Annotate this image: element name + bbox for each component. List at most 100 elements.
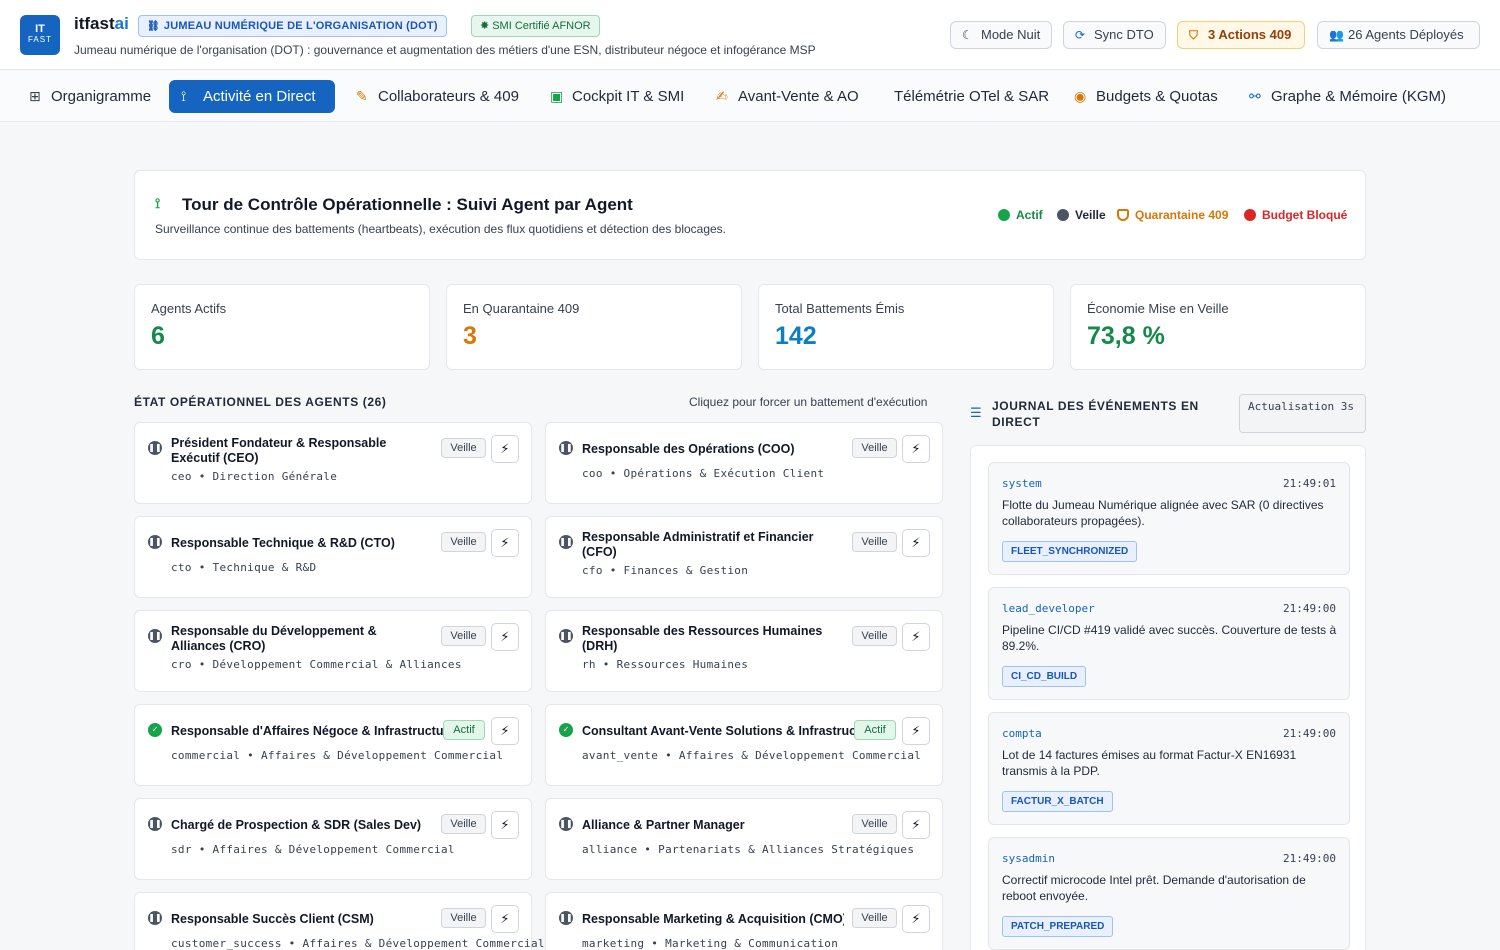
legend-budget: Budget Bloqué xyxy=(1244,208,1347,222)
agent-card-sdr[interactable]: ❚❚ Chargé de Prospection & SDR (Sales De… xyxy=(134,798,532,880)
event-source: lead_developer xyxy=(1002,602,1095,615)
sync-dto-button[interactable]: ⟳ Sync DTO xyxy=(1063,21,1166,49)
tab-budgets[interactable]: ◉ Budgets & Quotas xyxy=(1070,80,1218,113)
tab-cockpit-it[interactable]: ▣ Cockpit IT & SMI xyxy=(546,80,684,113)
agent-card-cro[interactable]: ❚❚ Responsable du Développement & Allian… xyxy=(134,610,532,692)
app-logo[interactable]: IT FAST xyxy=(20,15,60,55)
user-edit-icon: ✎ xyxy=(356,88,368,104)
force-heartbeat-button[interactable]: ⚡ xyxy=(491,717,519,745)
agent-meta: coo • Opérations & Exécution Client xyxy=(582,467,825,480)
status-badge: Veille xyxy=(852,908,897,928)
brand-main: itfast xyxy=(74,14,115,33)
brand-name: itfastai xyxy=(74,14,129,34)
agent-name: Alliance & Partner Manager xyxy=(582,818,745,832)
edit-icon: ✍ xyxy=(716,88,728,104)
event-message: Flotte du Jumeau Numérique alignée avec … xyxy=(1002,498,1324,528)
force-heartbeat-button[interactable]: ⚡ xyxy=(902,529,930,557)
agent-name: Chargé de Prospection & SDR (Sales Dev) xyxy=(171,818,422,832)
control-tower-subtitle: Surveillance continue des battements (he… xyxy=(155,222,727,236)
stat-label: Total Battements Émis xyxy=(775,301,905,316)
legend-veille-label: Veille xyxy=(1075,208,1106,222)
stat-label: Agents Actifs xyxy=(151,301,227,316)
agent-meta: sdr • Affaires & Développement Commercia… xyxy=(171,843,455,856)
event-tag: FACTUR_X_BATCH xyxy=(1002,791,1113,812)
bolt-icon: ⚡ xyxy=(500,535,510,550)
stat-value: 142 xyxy=(775,322,817,350)
tab-telemetrie[interactable]: Télémétrie OTel & SAR xyxy=(868,80,1049,113)
network-icon: ⛓ xyxy=(147,21,160,32)
force-heartbeat-button[interactable]: ⚡ xyxy=(902,905,930,933)
pause-icon: ❚❚ xyxy=(148,441,162,455)
refresh-interval-chip: Actualisation 3s xyxy=(1239,394,1366,433)
agent-meta: ceo • Direction Générale xyxy=(171,470,338,483)
tab-label: Organigramme xyxy=(51,88,152,105)
tab-organigramme[interactable]: ⊞ Organigramme xyxy=(25,80,151,113)
agent-card-commercial[interactable]: ✓ Responsable d'Affaires Négoce & Infras… xyxy=(134,704,532,786)
tab-collaborateurs[interactable]: ✎ Collaborateurs & 409 xyxy=(352,80,519,113)
legend-actif: Actif xyxy=(998,208,1043,222)
force-heartbeat-button[interactable]: ⚡ xyxy=(902,623,930,651)
coins-icon: ◉ xyxy=(1074,88,1087,104)
agent-meta: rh • Ressources Humaines xyxy=(582,658,749,671)
pause-icon: ❚❚ xyxy=(148,535,162,549)
agent-card-drh[interactable]: ❚❚ Responsable des Ressources Humaines (… xyxy=(545,610,943,692)
force-heartbeat-button[interactable]: ⚡ xyxy=(491,623,519,651)
force-heartbeat-button[interactable]: ⚡ xyxy=(902,717,930,745)
agent-name: Président Fondateur & Responsable Exécut… xyxy=(171,436,387,465)
stat-value: 73,8 % xyxy=(1087,322,1165,350)
status-badge: Veille xyxy=(852,814,897,834)
event-journal[interactable]: system 21:49:01 Flotte du Jumeau Numériq… xyxy=(970,445,1366,950)
agent-card-ceo[interactable]: ❚❚ Président Fondateur & Responsable Exé… xyxy=(134,422,532,504)
agent-card-cto[interactable]: ❚❚ Responsable Technique & R&D (CTO) cto… xyxy=(134,516,532,598)
bolt-icon: ⚡ xyxy=(500,911,510,926)
antenna-icon: ⟟ xyxy=(181,88,187,104)
agent-meta: alliance • Partenariats & Alliances Stra… xyxy=(582,843,915,856)
event-message: Pipeline CI/CD #419 validé avec succès. … xyxy=(1002,623,1337,653)
tab-label: Activité en Direct xyxy=(203,88,316,105)
status-badge: Veille xyxy=(852,438,897,458)
agent-card-alliance[interactable]: ❚❚ Alliance & Partner Manager alliance •… xyxy=(545,798,943,880)
force-heartbeat-button[interactable]: ⚡ xyxy=(491,529,519,557)
agents-section-title: ÉTAT OPÉRATIONNEL DES AGENTS (26) xyxy=(134,395,387,409)
force-heartbeat-button[interactable]: ⚡ xyxy=(902,811,930,839)
check-circle-icon xyxy=(998,209,1010,221)
agent-name: Responsable Marketing & Acquisition (CMO… xyxy=(582,912,844,926)
status-badge: Actif xyxy=(443,720,485,740)
agent-card-cmo[interactable]: ❚❚ Responsable Marketing & Acquisition (… xyxy=(545,892,943,950)
antenna-icon: ⟟ xyxy=(155,195,161,211)
force-heartbeat-button[interactable]: ⚡ xyxy=(491,811,519,839)
bolt-icon: ⚡ xyxy=(500,629,510,644)
agent-meta: cto • Technique & R&D xyxy=(171,561,317,574)
stat-label: Économie Mise en Veille xyxy=(1087,301,1229,316)
bolt-icon: ⚡ xyxy=(500,817,510,832)
bolt-icon: ⚡ xyxy=(911,535,921,550)
certificate-icon: ✸ xyxy=(480,20,490,32)
agent-meta: cfo • Finances & Gestion xyxy=(582,564,749,577)
tab-label: Budgets & Quotas xyxy=(1096,88,1218,105)
night-mode-button[interactable]: ☾ Mode Nuit xyxy=(950,21,1052,49)
agent-card-coo[interactable]: ❚❚ Responsable des Opérations (COO) coo … xyxy=(545,422,943,504)
deployed-agents-button[interactable]: 👥 26 Agents Déployés xyxy=(1317,21,1480,49)
force-heartbeat-button[interactable]: ⚡ xyxy=(491,435,519,463)
tab-label: Collaborateurs & 409 xyxy=(378,88,519,105)
tab-avant-vente[interactable]: ✍ Avant-Vente & AO xyxy=(712,80,859,113)
actions-409-button[interactable]: ⛉ 3 Actions 409 xyxy=(1177,21,1305,49)
tab-graphe-memoire[interactable]: ⚯ Graphe & Mémoire (KGM) xyxy=(1245,80,1446,113)
agent-name: Responsable des Opérations (COO) xyxy=(582,442,795,456)
status-badge: Veille xyxy=(441,814,486,834)
bolt-icon: ⚡ xyxy=(911,817,921,832)
smi-badge-label: SMI Certifié AFNOR xyxy=(492,20,591,32)
event-entry: compta 21:49:00 Lot de 14 factures émise… xyxy=(988,712,1350,825)
event-time: 21:49:01 xyxy=(1283,477,1336,490)
sync-icon: ⟳ xyxy=(1075,28,1086,42)
agent-card-csm[interactable]: ❚❚ Responsable Succès Client (CSM) custo… xyxy=(134,892,545,950)
force-heartbeat-button[interactable]: ⚡ xyxy=(491,905,519,933)
tab-activite-en-direct[interactable]: ⟟ Activité en Direct xyxy=(169,80,335,113)
force-heartbeat-button[interactable]: ⚡ xyxy=(902,435,930,463)
agent-card-avant-vente[interactable]: ✓ Consultant Avant-Vente Solutions & Inf… xyxy=(545,704,943,786)
control-tower-card: ⟟ Tour de Contrôle Opérationnelle : Suiv… xyxy=(134,170,1366,260)
legend-actif-label: Actif xyxy=(1016,208,1043,222)
agent-card-cfo[interactable]: ❚❚ Responsable Administratif et Financie… xyxy=(545,516,943,598)
legend-quarantaine-label: Quarantaine 409 xyxy=(1135,208,1229,222)
event-time: 21:49:00 xyxy=(1283,852,1336,865)
